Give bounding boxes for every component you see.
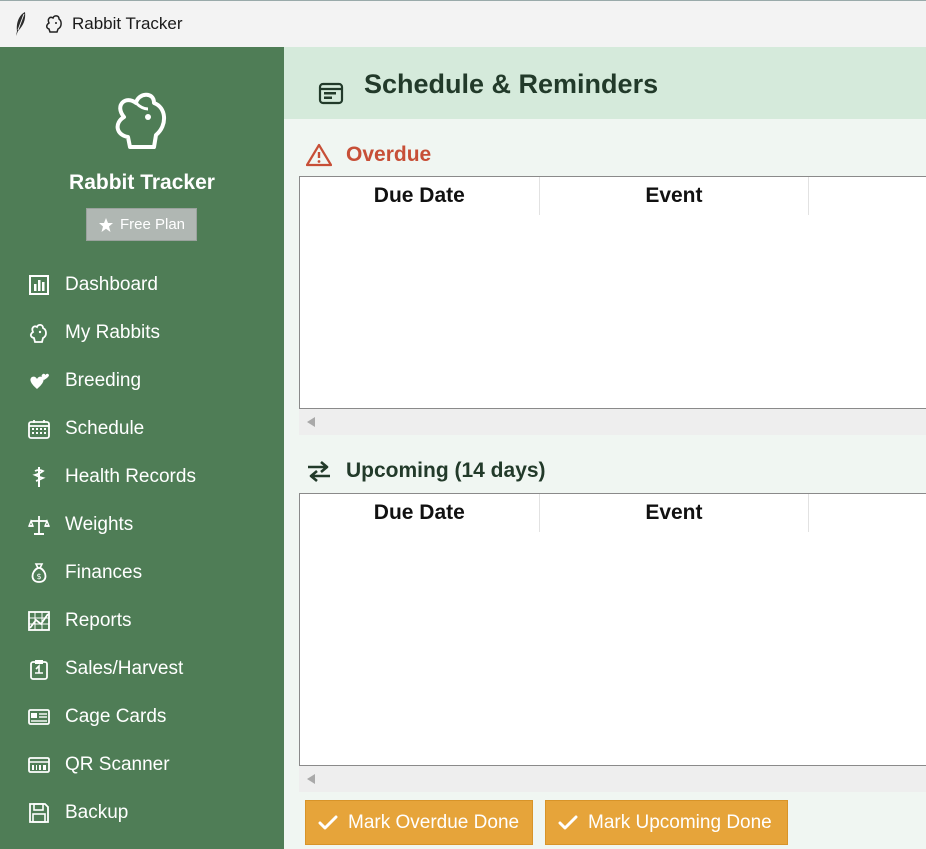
sidebar: Rabbit Tracker Free Plan Dashboard My Ra… xyxy=(0,47,284,849)
checkmark-icon xyxy=(558,815,578,829)
column-header-extra[interactable] xyxy=(809,177,926,215)
clipboard-icon xyxy=(28,658,50,680)
sidebar-item-reports[interactable]: Reports xyxy=(0,597,284,645)
rabbit-icon xyxy=(28,322,50,344)
mark-upcoming-done-label: Mark Upcoming Done xyxy=(588,811,772,833)
sidebar-item-breeding[interactable]: Breeding xyxy=(0,357,284,405)
main-content: Schedule & Reminders Overdue Due Date Ev… xyxy=(284,47,926,849)
column-header-event[interactable]: Event xyxy=(540,177,810,215)
mark-overdue-done-label: Mark Overdue Done xyxy=(348,811,520,833)
sidebar-item-label: My Rabbits xyxy=(65,322,161,343)
page-header: Schedule & Reminders xyxy=(284,47,926,119)
sidebar-item-dashboard[interactable]: Dashboard xyxy=(0,261,284,309)
chart-grid-icon xyxy=(28,610,50,632)
sidebar-item-schedule[interactable]: Schedule xyxy=(0,405,284,453)
sidebar-item-label: Reports xyxy=(65,610,132,631)
sidebar-item-label: Finances xyxy=(65,562,143,583)
window-titlebar: Rabbit Tracker xyxy=(0,0,926,47)
overdue-title: Overdue xyxy=(346,143,432,166)
calendar-icon xyxy=(28,418,50,440)
scroll-left-icon[interactable] xyxy=(307,774,315,784)
rabbit-logo-icon xyxy=(115,92,166,149)
sidebar-item-label: Sales/Harvest xyxy=(65,658,184,679)
upcoming-table[interactable]: Due Date Event xyxy=(299,493,926,766)
table-header: Due Date Event xyxy=(300,177,926,215)
plan-label: Free Plan xyxy=(119,216,186,233)
star-icon xyxy=(98,217,113,232)
sidebar-item-label: Schedule xyxy=(65,418,145,439)
column-header-event[interactable]: Event xyxy=(540,494,810,532)
hearts-icon xyxy=(28,370,50,392)
overdue-table[interactable]: Due Date Event xyxy=(299,176,926,409)
brand-name: Rabbit Tracker xyxy=(69,171,215,194)
sidebar-item-cage-cards[interactable]: Cage Cards xyxy=(0,693,284,741)
caduceus-icon xyxy=(28,466,50,488)
arrows-exchange-icon xyxy=(308,461,330,482)
window-title: Rabbit Tracker xyxy=(72,14,183,33)
page-title: Schedule & Reminders xyxy=(364,69,659,99)
overdue-section-header: Overdue xyxy=(306,143,431,167)
sidebar-item-sales-harvest[interactable]: Sales/Harvest xyxy=(0,645,284,693)
floppy-icon xyxy=(28,802,50,824)
warning-icon xyxy=(306,143,332,167)
plan-badge[interactable]: Free Plan xyxy=(86,208,197,241)
sidebar-item-label: Breeding xyxy=(65,370,142,391)
bar-chart-icon xyxy=(28,274,50,296)
sidebar-item-health-records[interactable]: Health Records xyxy=(0,453,284,501)
sidebar-item-label: Weights xyxy=(65,514,134,535)
mark-overdue-done-button[interactable]: Mark Overdue Done xyxy=(305,800,533,845)
table-header: Due Date Event xyxy=(300,494,926,532)
overdue-horizontal-scrollbar[interactable] xyxy=(299,409,926,435)
card-icon xyxy=(28,706,50,728)
sidebar-item-label: QR Scanner xyxy=(65,754,170,775)
sidebar-item-label: Health Records xyxy=(65,466,196,487)
rabbit-icon xyxy=(46,15,62,33)
upcoming-title: Upcoming (14 days) xyxy=(346,459,546,482)
sidebar-item-backup[interactable]: Backup xyxy=(0,789,284,837)
feather-icon xyxy=(16,12,26,36)
sidebar-item-finances[interactable]: $ Finances xyxy=(0,549,284,597)
column-header-extra[interactable] xyxy=(809,494,926,532)
mark-upcoming-done-button[interactable]: Mark Upcoming Done xyxy=(545,800,788,845)
sidebar-item-qr-scanner[interactable]: QR Scanner xyxy=(0,741,284,789)
sidebar-item-label: Backup xyxy=(65,802,129,823)
sidebar-item-my-rabbits[interactable]: My Rabbits xyxy=(0,309,284,357)
upcoming-section-header: Upcoming (14 days) xyxy=(306,459,546,483)
sidebar-item-label: Dashboard xyxy=(65,274,158,295)
scale-icon xyxy=(28,514,50,536)
checkmark-icon xyxy=(318,815,338,829)
sidebar-item-weights[interactable]: Weights xyxy=(0,501,284,549)
calendar-icon xyxy=(318,82,344,105)
svg-text:$: $ xyxy=(36,572,41,581)
column-header-due-date[interactable]: Due Date xyxy=(300,494,540,532)
scroll-left-icon[interactable] xyxy=(307,417,315,427)
sidebar-nav: Dashboard My Rabbits Breeding Schedule H… xyxy=(0,261,284,837)
column-header-due-date[interactable]: Due Date xyxy=(300,177,540,215)
sidebar-item-label: Cage Cards xyxy=(65,706,167,727)
scanner-icon xyxy=(28,754,50,776)
upcoming-horizontal-scrollbar[interactable] xyxy=(299,766,926,792)
money-bag-icon: $ xyxy=(28,562,50,584)
